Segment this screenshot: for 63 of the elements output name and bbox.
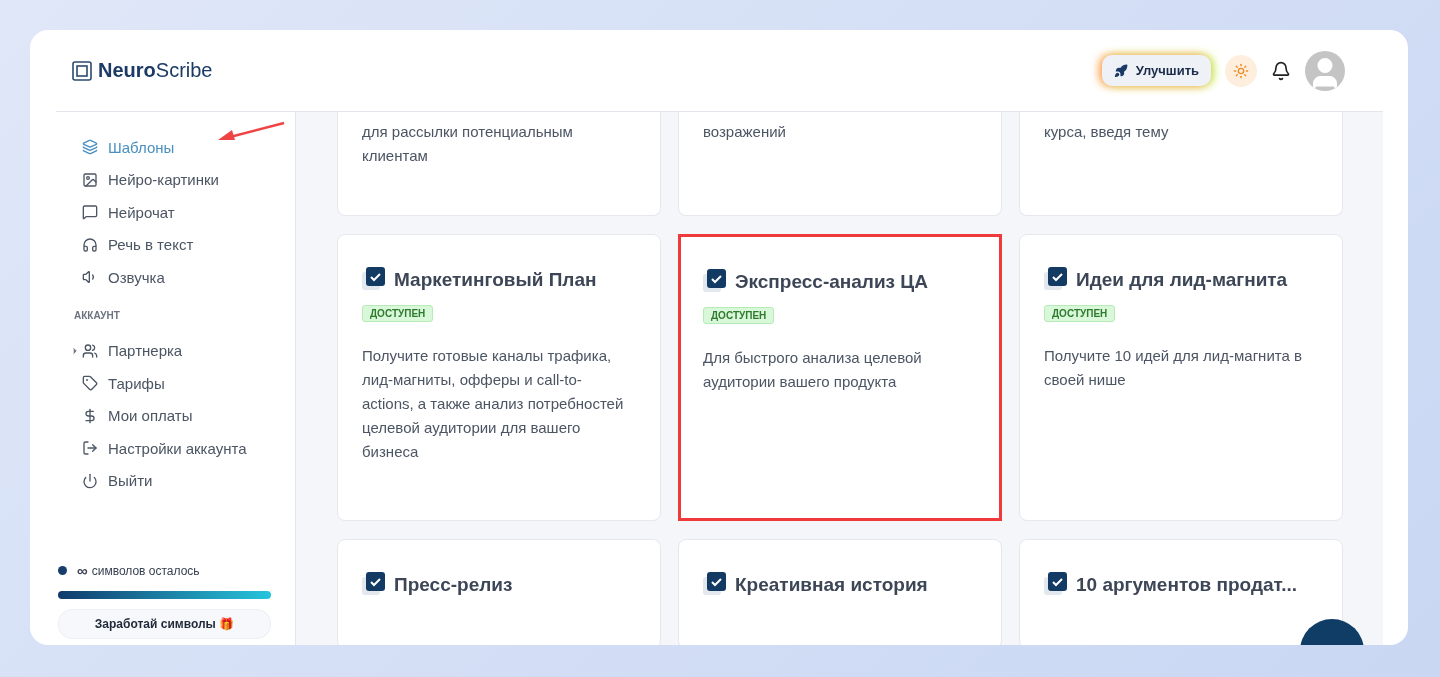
sidebar-item[interactable]: Нейрочат bbox=[56, 196, 295, 229]
annotation-arrow bbox=[216, 121, 286, 143]
sun-icon bbox=[1233, 62, 1249, 79]
checkbox-icon bbox=[362, 572, 386, 598]
template-card[interactable]: возражений bbox=[678, 112, 1002, 216]
sidebar-item[interactable]: Шаблоны bbox=[56, 131, 295, 164]
bell-icon[interactable] bbox=[1271, 60, 1291, 81]
sidebar-item[interactable]: Тарифы bbox=[56, 367, 295, 400]
checkbox-icon bbox=[1044, 267, 1068, 293]
card-description: Получите 10 идей для лид-магнита в своей нише bbox=[1044, 346, 1303, 390]
layers-icon bbox=[82, 139, 98, 156]
template-card[interactable]: для рассылки потенциальным клиентам bbox=[337, 112, 661, 216]
card-description: возражений bbox=[703, 122, 787, 142]
sidebar-item[interactable]: Мои оплаты bbox=[56, 399, 295, 432]
card-description: для рассылки потенциальным клиентам bbox=[362, 122, 574, 166]
headphones-icon bbox=[82, 236, 98, 253]
template-card[interactable]: Пресс-релиз bbox=[337, 539, 661, 645]
logo-text: NeuroScribe bbox=[98, 59, 213, 82]
checkbox-icon bbox=[703, 269, 727, 295]
status-badge: ДОСТУПЕН bbox=[703, 307, 775, 324]
card-title: Идеи для лид-магнита bbox=[1076, 269, 1288, 291]
earn-button[interactable]: Заработай символы 🎁 bbox=[58, 609, 271, 639]
symbols-label: символов осталось bbox=[91, 563, 200, 578]
sidebar-item[interactable]: Партнерка bbox=[56, 334, 295, 367]
tag-icon bbox=[82, 375, 98, 392]
sidebar-item[interactable]: Выйти bbox=[56, 464, 295, 497]
section-title: АККАУНТ bbox=[73, 308, 121, 323]
chat-icon bbox=[82, 204, 98, 221]
template-card[interactable]: Креативная история bbox=[678, 539, 1002, 645]
template-card[interactable]: Экспресс-анализ ЦА ДОСТУПЕН Для быстрого анализа целевой аудитории вашего продукта bbox=[678, 234, 1002, 521]
sidebar-item[interactable]: Настройки аккаунта bbox=[56, 432, 295, 465]
power-icon bbox=[82, 472, 98, 489]
card-title: Креативная история bbox=[735, 574, 928, 596]
theme-toggle[interactable] bbox=[1225, 54, 1257, 87]
card-description: Для быстрого анализа целевой аудитории вашего продукта bbox=[703, 348, 923, 392]
status-badge: ДОСТУПЕН bbox=[1044, 305, 1116, 322]
card-title: Экспресс-анализ ЦА bbox=[735, 271, 928, 293]
symbols-count: ∞ bbox=[77, 562, 88, 579]
image-icon bbox=[82, 171, 98, 188]
caret-icon bbox=[70, 345, 80, 356]
checkbox-icon bbox=[703, 572, 727, 598]
checkbox-icon bbox=[1044, 572, 1068, 598]
checkbox-icon bbox=[362, 267, 386, 293]
sidebar-item[interactable]: Речь в текст bbox=[56, 228, 295, 261]
card-description: курса, введя тему bbox=[1044, 122, 1170, 142]
template-card[interactable]: Маркетинговый План ДОСТУПЕН Получите готовые каналы трафика, лид-магниты, офферы и call-to-actions, а также анализ потребностей целевой аудитории для вашего бизнеса bbox=[337, 234, 661, 521]
card-title: Маркетинговый План bbox=[394, 269, 597, 291]
template-card[interactable]: Идеи для лид-магнита ДОСТУПЕН Получите 10 идей для лид-магнита в своей нише bbox=[1019, 234, 1343, 521]
dollar-icon bbox=[82, 407, 98, 424]
users-icon bbox=[82, 342, 98, 359]
sidebar-item[interactable]: Нейро-картинки bbox=[56, 163, 295, 196]
upgrade-button[interactable]: Улучшить bbox=[1101, 55, 1211, 86]
card-title: 10 аргументов продат... bbox=[1076, 574, 1298, 596]
card-description: Получите готовые каналы трафика, лид-магниты, офферы и call-to-actions, а также анализ потребностей целевой аудитории для вашего бизнеса bbox=[362, 346, 625, 462]
card-title: Пресс-релиз bbox=[394, 574, 513, 596]
template-card[interactable]: 10 аргументов продат... bbox=[1019, 539, 1343, 645]
logo-icon bbox=[72, 60, 92, 81]
rocket-icon bbox=[1113, 63, 1128, 78]
status-dot bbox=[58, 566, 67, 575]
template-card[interactable]: курса, введя тему bbox=[1019, 112, 1343, 216]
status-badge: ДОСТУПЕН bbox=[362, 305, 434, 322]
sidebar-item[interactable]: Озвучка bbox=[56, 261, 295, 294]
logout-icon bbox=[82, 440, 98, 457]
